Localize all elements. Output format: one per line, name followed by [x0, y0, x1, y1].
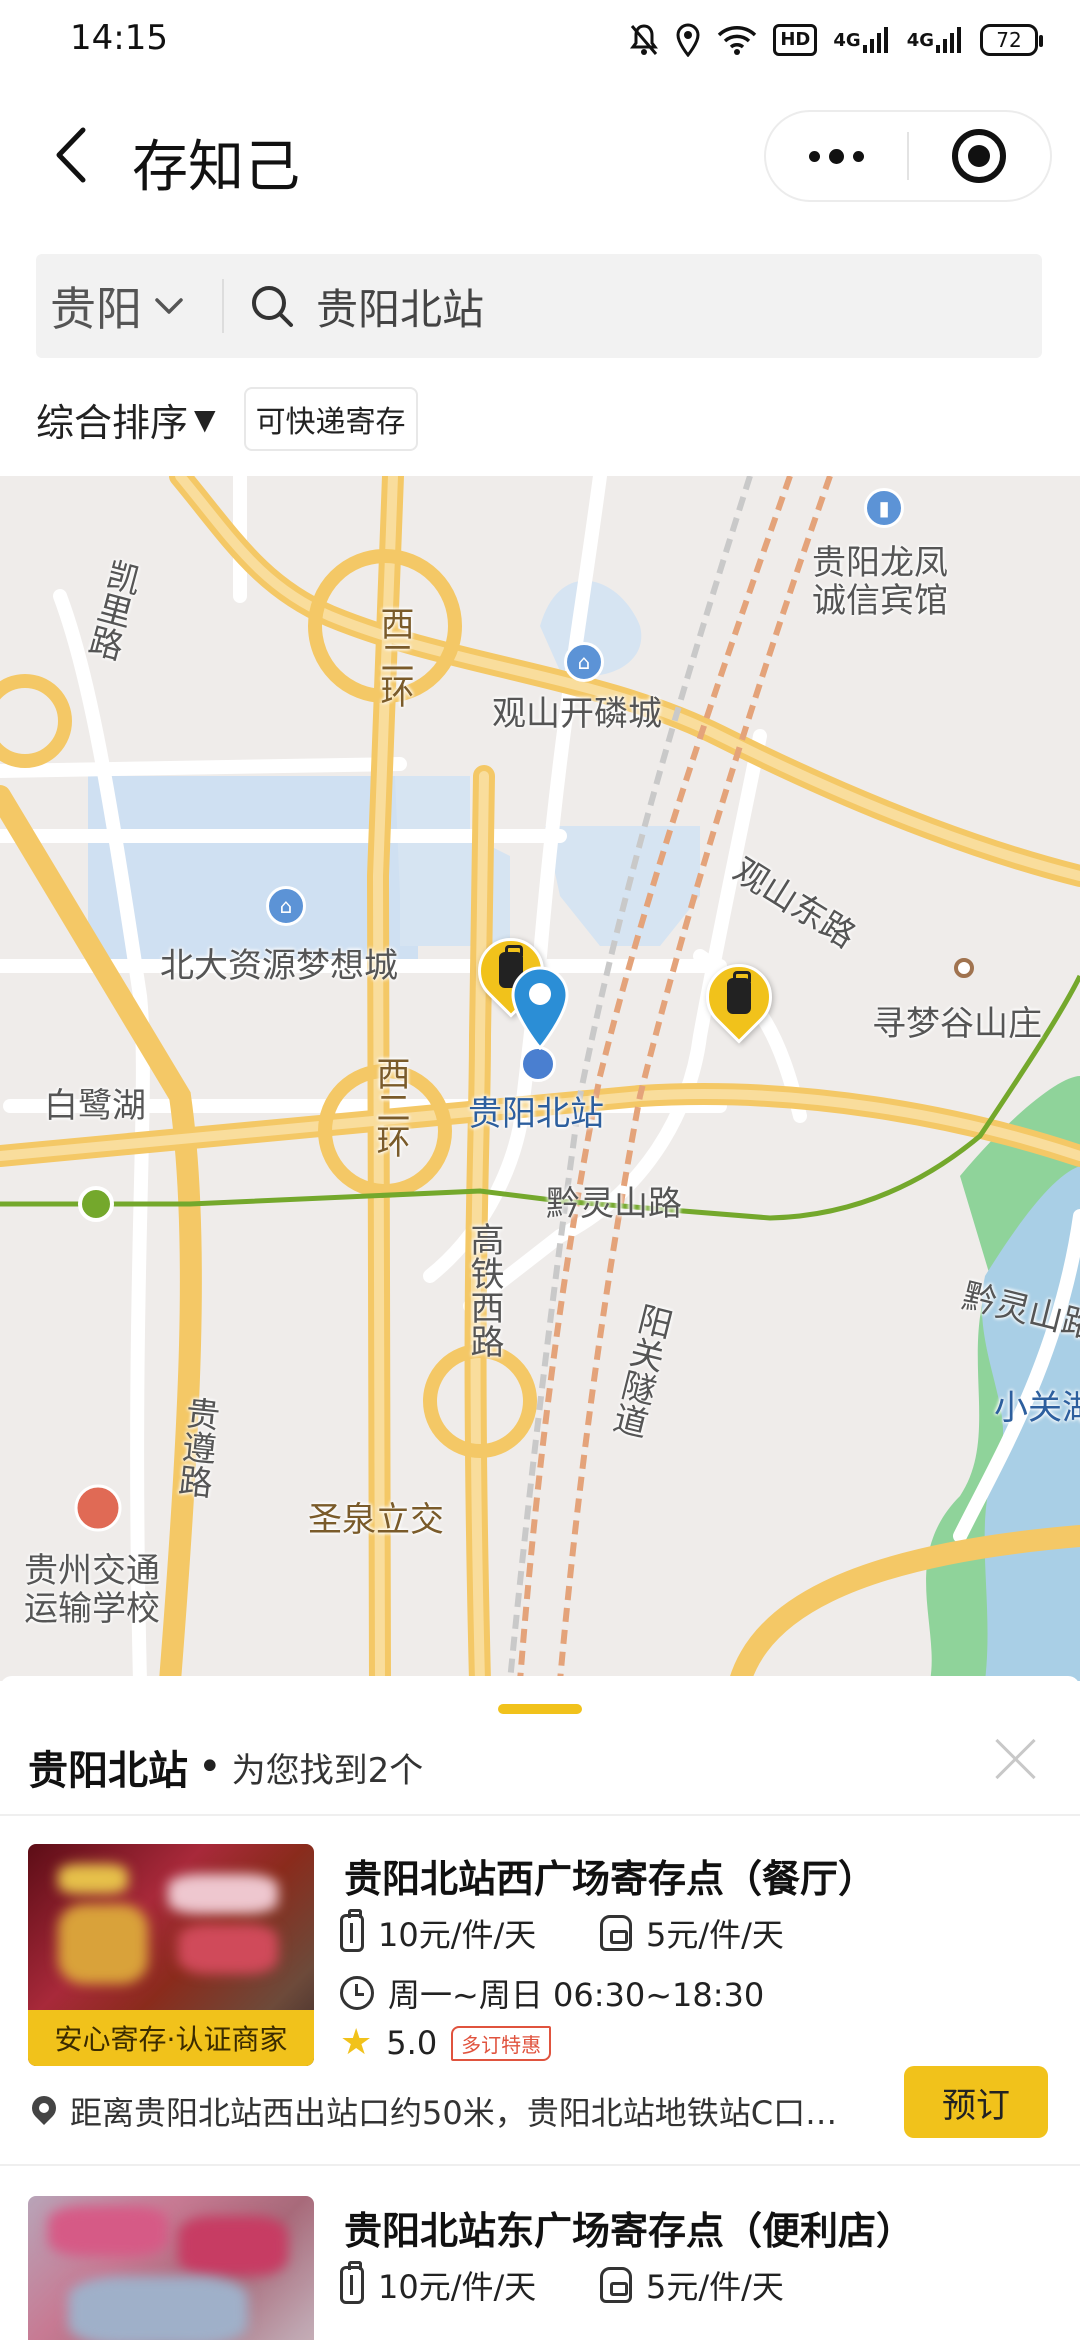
map-label-mall: 北大资源梦想城: [160, 946, 398, 986]
school-icon: [74, 1484, 122, 1532]
location-pin-icon: [28, 2091, 61, 2125]
suitcase-price: 10元/件/天: [378, 2268, 537, 2306]
suitcase-icon: [340, 2261, 364, 2304]
suitcase-icon: [340, 1909, 364, 1952]
city-label: 贵阳: [50, 282, 142, 336]
store-name: 贵阳北站东广场寄存点（便利店）: [344, 2209, 915, 2253]
backpack-icon: [600, 1915, 632, 1951]
caret-down-icon: ▼: [194, 402, 216, 436]
signal-2-icon: 4G: [907, 20, 964, 60]
sort-label: 综合排序: [36, 400, 189, 445]
target-icon: [952, 129, 1007, 183]
rating-row: ★ 5.0 多订特惠: [340, 2022, 552, 2063]
road: [0, 757, 407, 778]
poi-dot-icon: [954, 958, 974, 978]
location-icon: [675, 20, 701, 60]
address-row: 距离贵阳北站西出站口约50米，贵阳北站地铁站C口…: [28, 2088, 868, 2134]
metro-station-icon: [78, 1186, 114, 1222]
network-type-1: 4G: [833, 29, 861, 51]
book-button[interactable]: 预订: [904, 2066, 1048, 2138]
verified-merchant-badge: 安心寄存·认证商家: [28, 2010, 314, 2066]
interchange-loop: [0, 674, 72, 768]
status-bar: 14:15 HD 4G 4G 72: [0, 0, 1080, 80]
map-view[interactable]: ▮ ⌂ ⌂ 凯里路 西二环 观山开磷城 贵阳龙凤诚信宾馆 观山东路 北大资源梦想…: [0, 476, 1080, 1681]
hotel-icon: ▮: [864, 488, 904, 528]
map-label-station: 贵阳北站: [468, 1094, 604, 1134]
map-label-gaotie-west-road: 高铁西路: [464, 1222, 504, 1358]
battery-icon: 72: [980, 24, 1043, 56]
dot-icon: [853, 150, 864, 162]
bag-price: 5元/件/天: [646, 2268, 784, 2306]
search-query: 贵阳北站: [316, 284, 485, 334]
hours-row: 周一~周日 06:30~18:30: [340, 1970, 764, 2016]
mute-bell-icon: [629, 20, 659, 60]
map-label-west-ring-1: 西二环: [374, 606, 414, 708]
close-mini-program-button[interactable]: [909, 112, 1050, 200]
map-label-xiaoguan: 小关湖: [994, 1388, 1080, 1428]
luggage-icon: [727, 971, 751, 1014]
store-image: 安心寄存·认证商家: [28, 1844, 314, 2066]
sheet-dot: •: [198, 1744, 222, 1790]
close-icon[interactable]: [986, 1728, 1046, 1788]
title-bar: 存知己: [0, 100, 1080, 210]
store-name: 贵阳北站西广场寄存点（餐厅）: [344, 1857, 877, 1901]
bag-price: 5元/件/天: [646, 1916, 784, 1954]
back-button[interactable]: [40, 120, 100, 190]
price-row: 10元/件/天 5元/件/天: [340, 1909, 860, 1956]
mini-program-capsule: [764, 110, 1052, 202]
promo-tag: 多订特惠: [451, 2025, 552, 2061]
more-options-button[interactable]: [766, 112, 907, 200]
chevron-left-icon: [56, 127, 86, 183]
city-select[interactable]: 贵阳: [36, 254, 222, 358]
chevron-down-icon: [155, 298, 183, 314]
search-bar: 贵阳 贵阳北站: [36, 254, 1042, 358]
clock-icon: [340, 1976, 374, 2010]
dot-icon: [829, 148, 844, 164]
map-label-west-ring-2: 西二环: [370, 1056, 410, 1158]
store-image: [28, 2196, 314, 2340]
store-card[interactable]: 贵阳北站东广场寄存点（便利店） 10元/件/天 5元/件/天: [0, 2166, 1080, 2340]
page-title: 存知己: [132, 135, 300, 200]
search-input[interactable]: 贵阳北站: [224, 254, 1042, 358]
network-type-2: 4G: [906, 29, 934, 51]
express-storage-filter-chip[interactable]: 可快递寄存: [243, 387, 418, 451]
store-address: 距离贵阳北站西出站口约50米，贵阳北站地铁站C口…: [70, 2094, 838, 2132]
wifi-icon: [717, 20, 757, 60]
status-time: 14:15: [70, 18, 168, 58]
opening-hours: 周一~周日 06:30~18:30: [388, 1976, 765, 2014]
results-sheet: 贵阳北站 • 为您找到2个 安心寄存·认证商家 贵阳北站西广场寄存点（餐厅） 1…: [0, 1676, 1080, 2340]
current-location-pin-icon: [511, 966, 569, 1050]
hd-voice-icon: HD: [773, 24, 818, 56]
sheet-header: 贵阳北站 • 为您找到2个: [28, 1732, 423, 1802]
map-label-shengquan: 圣泉立交: [308, 1500, 444, 1540]
map-label-guanshan-city: 观山开磷城: [492, 694, 662, 734]
station-icon: [520, 1046, 556, 1082]
storage-pin-east[interactable]: [692, 950, 786, 1048]
dot-icon: [809, 150, 820, 162]
home-icon: ⌂: [266, 886, 306, 926]
map-label-qianlingshan-road: 黔灵山路: [546, 1184, 682, 1224]
backpack-icon: [600, 2267, 632, 2303]
map-label-longfeng-hotel: 贵阳龙凤诚信宾馆: [812, 543, 948, 621]
status-icons: HD 4G 4G 72: [629, 20, 1043, 60]
district-area: [545, 826, 700, 946]
sheet-drag-handle[interactable]: [498, 1704, 582, 1714]
signal-1-icon: 4G: [833, 20, 890, 60]
filter-bar: 综合排序 ▼ 可快递寄存: [36, 386, 418, 452]
suitcase-price: 10元/件/天: [378, 1916, 537, 1954]
rating-value: 5.0: [386, 2024, 438, 2062]
price-row: 10元/件/天 5元/件/天: [340, 2261, 860, 2308]
search-icon: [252, 286, 293, 327]
home-icon: ⌂: [564, 642, 604, 682]
map-label-transport-school: 贵州交通运输学校: [24, 1551, 160, 1629]
sheet-title: 贵阳北站: [28, 1748, 188, 1794]
sheet-result-count: 为您找到2个: [231, 1750, 424, 1791]
star-icon: ★: [340, 2022, 373, 2063]
map-label-bailu-lake: 白鹭湖: [44, 1086, 146, 1126]
map-label-xunmeng: 寻梦谷山庄: [872, 1004, 1042, 1044]
sort-dropdown[interactable]: 综合排序 ▼: [36, 392, 216, 447]
